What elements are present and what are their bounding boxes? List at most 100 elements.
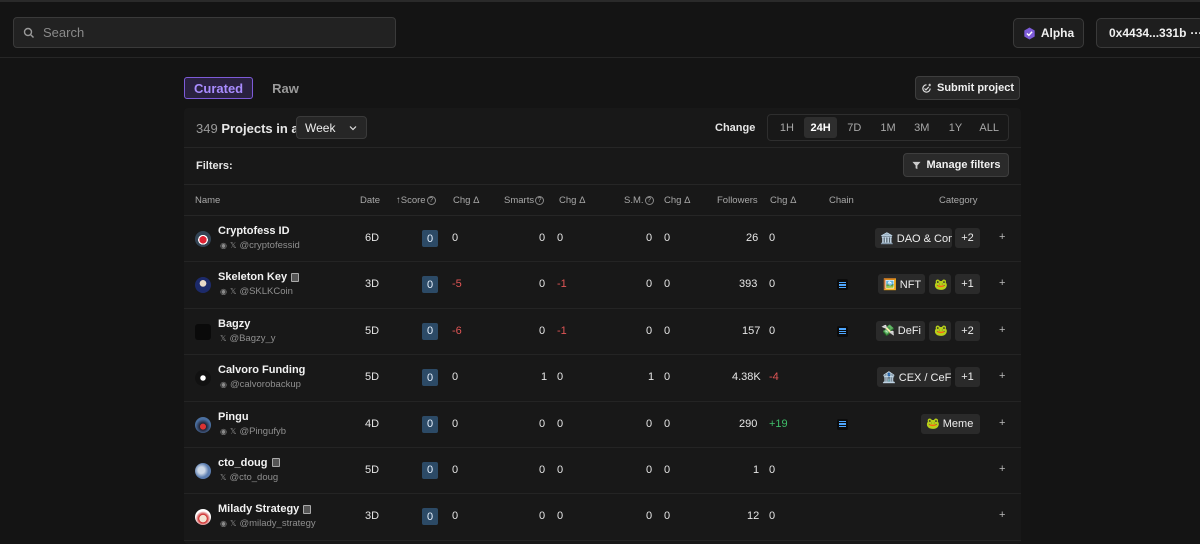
followers-chg-cell: +19 bbox=[769, 417, 788, 430]
table-row[interactable]: Skeleton Key ◉ 𝕏 @SKLKCoin 3D 0 -5 0 -1 0 … bbox=[184, 262, 1021, 309]
table-row[interactable]: Milady Strategy ◉ 𝕏 @milady_strategy 3D 0 … bbox=[184, 494, 1021, 541]
help-icon[interactable]: ? bbox=[426, 195, 436, 205]
wallet-button[interactable]: 0x4434...331b ··· bbox=[1096, 18, 1200, 48]
category-more[interactable]: +2 bbox=[955, 320, 980, 341]
smarts-chg-cell: 0 bbox=[557, 371, 564, 384]
avatar bbox=[195, 370, 211, 387]
submit-icon bbox=[922, 83, 931, 93]
submit-project-button[interactable]: Submit project bbox=[915, 76, 1020, 100]
sm-chg-cell: 0 bbox=[664, 371, 671, 384]
add-icon[interactable]: + bbox=[999, 277, 1005, 289]
help-icon[interactable]: ? bbox=[644, 195, 654, 205]
project-handle[interactable]: 𝕏 @Bagzy_y bbox=[220, 333, 276, 344]
range-1m[interactable]: 1M bbox=[871, 117, 905, 138]
project-name[interactable]: Skeleton Key bbox=[218, 271, 300, 283]
handle-text: @milady_strategy bbox=[239, 518, 316, 530]
col-score-chg[interactable]: Chg Δ bbox=[453, 195, 479, 206]
category-more[interactable]: +2 bbox=[955, 228, 980, 248]
range-24h[interactable]: 24H bbox=[803, 117, 838, 138]
score-chg-cell: 0 bbox=[452, 417, 459, 430]
tab-raw[interactable]: Raw bbox=[263, 77, 308, 99]
globe-icon: ◉ bbox=[220, 287, 227, 297]
score-chg-cell: 0 bbox=[452, 371, 459, 384]
sm-chg-cell: 0 bbox=[664, 324, 671, 337]
period-value: Week bbox=[305, 120, 336, 135]
view-tabs: Curated Raw bbox=[184, 77, 308, 99]
col-name[interactable]: Name bbox=[195, 195, 220, 206]
followers-chg-cell: 0 bbox=[769, 324, 776, 337]
followers-cell: 1 bbox=[753, 463, 760, 476]
avatar bbox=[195, 462, 211, 479]
sm-chg-cell: 0 bbox=[664, 278, 671, 291]
period-select[interactable]: Week bbox=[296, 116, 367, 139]
project-name[interactable]: Cryptofess ID bbox=[218, 225, 290, 237]
col-followers[interactable]: Followers bbox=[717, 195, 758, 206]
category-tag[interactable]: 🐸 Meme bbox=[921, 413, 980, 434]
search-input[interactable] bbox=[43, 25, 363, 40]
manage-filters-button[interactable]: Manage filters bbox=[903, 153, 1009, 177]
time-range-group: 1H 24H 7D 1M 3M 1Y ALL bbox=[767, 114, 1009, 141]
project-name[interactable]: Pingu bbox=[218, 411, 249, 423]
help-icon[interactable]: ? bbox=[535, 195, 545, 205]
col-smarts-chg[interactable]: Chg Δ bbox=[559, 195, 585, 206]
project-handle[interactable]: ◉ 𝕏 @Pingufyb bbox=[220, 426, 286, 437]
handle-text: @Bagzy_y bbox=[229, 332, 276, 344]
add-icon[interactable]: + bbox=[999, 231, 1005, 243]
document-icon bbox=[271, 458, 280, 468]
handle-text: @calvorobackup bbox=[229, 379, 301, 391]
project-name[interactable]: cto_doug bbox=[218, 457, 280, 469]
range-all[interactable]: ALL bbox=[972, 117, 1006, 138]
search-icon bbox=[23, 27, 34, 38]
category-more[interactable]: +1 bbox=[955, 274, 980, 295]
col-score[interactable]: ↑Score? bbox=[396, 195, 436, 206]
table-row[interactable]: Bagzy 𝕏 @Bagzy_y 5D 0 -6 0 -1 0 0 157 0 💸… bbox=[184, 309, 1021, 356]
tab-curated[interactable]: Curated bbox=[184, 77, 254, 99]
avatar bbox=[195, 509, 211, 526]
table-row[interactable]: Calvoro Funding ◉ @calvorobackup 5D 0 0 1… bbox=[184, 355, 1021, 402]
alpha-button[interactable]: Alpha bbox=[1013, 18, 1084, 48]
table-row[interactable]: Cryptofess ID ◉ 𝕏 @cryptofessid 6D 0 0 0 0… bbox=[184, 216, 1021, 263]
followers-cell: 4.38K bbox=[732, 371, 761, 384]
smarts-chg-cell: -1 bbox=[557, 278, 567, 291]
range-7d[interactable]: 7D bbox=[837, 117, 871, 138]
project-handle[interactable]: ◉ @calvorobackup bbox=[220, 379, 301, 390]
table-row[interactable]: cto_doug 𝕏 @cto_doug 5D 0 0 0 0 0 0 1 0 + bbox=[184, 448, 1021, 495]
category-tag[interactable]: 🏦 CEX / CeFi bbox=[877, 367, 951, 388]
col-sm-chg[interactable]: Chg Δ bbox=[664, 195, 690, 206]
chevron-down-icon bbox=[349, 125, 357, 130]
project-handle[interactable]: 𝕏 @cto_doug bbox=[220, 472, 278, 483]
category-tag[interactable]: 🐸 bbox=[929, 320, 951, 341]
col-followers-chg[interactable]: Chg Δ bbox=[770, 195, 796, 206]
project-handle[interactable]: ◉ 𝕏 @milady_strategy bbox=[220, 518, 316, 529]
col-category: Category bbox=[939, 195, 978, 206]
project-name[interactable]: Bagzy bbox=[218, 318, 250, 330]
project-handle[interactable]: ◉ 𝕏 @cryptofessid bbox=[220, 240, 300, 251]
avatar bbox=[195, 416, 211, 433]
category-tag[interactable]: 🐸 bbox=[929, 274, 951, 295]
category-more[interactable]: +1 bbox=[955, 367, 980, 388]
category-tag[interactable]: 🏛️ DAO & Con bbox=[875, 228, 952, 248]
add-icon[interactable]: + bbox=[999, 463, 1005, 475]
range-1h[interactable]: 1H bbox=[770, 117, 804, 138]
search-box[interactable] bbox=[13, 17, 396, 48]
range-3m[interactable]: 3M bbox=[905, 117, 939, 138]
col-date[interactable]: Date bbox=[360, 195, 380, 206]
followers-chg-cell: 0 bbox=[769, 510, 776, 523]
add-icon[interactable]: + bbox=[999, 417, 1005, 429]
add-icon[interactable]: + bbox=[999, 370, 1005, 382]
project-name[interactable]: Milady Strategy bbox=[218, 503, 312, 515]
category-tag[interactable]: 💸 DeFi bbox=[876, 320, 925, 341]
project-name-text: Cryptofess ID bbox=[218, 225, 290, 237]
project-handle[interactable]: ◉ 𝕏 @SKLKCoin bbox=[220, 286, 293, 297]
col-smarts[interactable]: Smarts? bbox=[504, 195, 545, 206]
smarts-chg-cell: 0 bbox=[557, 463, 564, 476]
followers-chg-cell: 0 bbox=[769, 232, 776, 244]
smarts-cell: 0 bbox=[539, 417, 546, 430]
table-row[interactable]: Pingu ◉ 𝕏 @Pingufyb 4D 0 0 0 0 0 0 290 +19… bbox=[184, 402, 1021, 448]
project-name[interactable]: Calvoro Funding bbox=[218, 364, 305, 376]
range-1y[interactable]: 1Y bbox=[939, 117, 973, 138]
add-icon[interactable]: + bbox=[999, 324, 1005, 336]
category-tag[interactable]: 🖼️ NFT bbox=[878, 274, 925, 295]
add-icon[interactable]: + bbox=[999, 509, 1005, 521]
col-sm[interactable]: S.M.? bbox=[624, 195, 654, 206]
